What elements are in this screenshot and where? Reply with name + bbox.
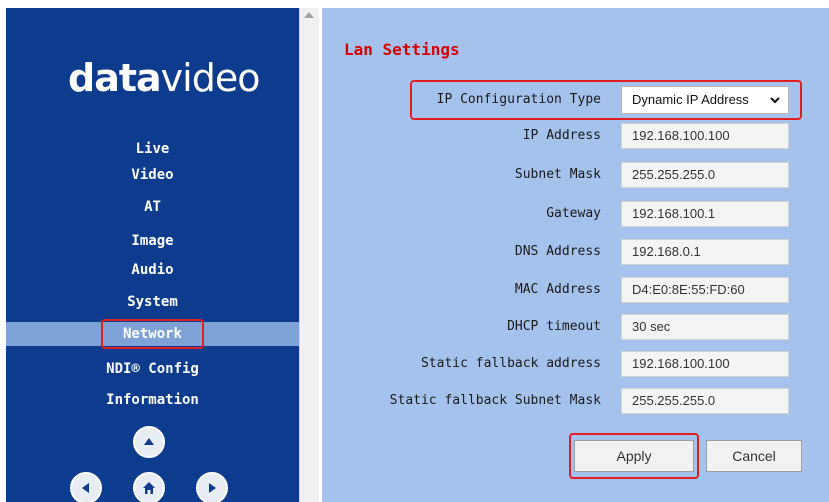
static-fallback-address-field[interactable]: 192.168.100.100 <box>621 351 789 377</box>
gateway-field[interactable]: 192.168.100.1 <box>621 201 789 227</box>
dns-address-label: DNS Address <box>514 244 601 259</box>
dns-address-field[interactable]: 192.168.0.1 <box>621 239 789 265</box>
ip-config-select[interactable]: Dynamic IP Address <box>621 86 789 114</box>
arrow-up-button[interactable] <box>133 426 165 458</box>
sidebar: datavideo Live Video AT Image Audio Syst… <box>6 8 299 502</box>
subnet-mask-field[interactable]: 255.255.255.0 <box>621 162 789 188</box>
cancel-button[interactable]: Cancel <box>706 440 802 472</box>
nav-item-system[interactable]: System <box>6 290 299 314</box>
arrow-right-button[interactable] <box>196 472 228 502</box>
arrow-left-button[interactable] <box>70 472 102 502</box>
mac-address-field: D4:E0:8E:55:FD:60 <box>621 277 789 303</box>
scroll-up-icon[interactable] <box>304 12 314 18</box>
subnet-mask-label: Subnet Mask <box>514 167 601 182</box>
ip-address-label: IP Address <box>522 128 601 143</box>
nav-item-ndi-config[interactable]: NDI® Config <box>6 357 299 381</box>
nav-item-video[interactable]: Video <box>6 163 299 187</box>
ip-config-value: Dynamic IP Address <box>632 92 749 107</box>
mac-address-label: MAC Address <box>514 282 601 297</box>
chevron-down-icon <box>770 97 780 104</box>
static-fallback-address-label: Static fallback address <box>420 356 601 371</box>
static-fallback-subnet-field[interactable]: 255.255.255.0 <box>621 388 789 414</box>
arrow-up-icon <box>144 438 154 445</box>
home-button[interactable] <box>133 472 165 502</box>
arrow-left-icon <box>82 483 89 493</box>
nav-item-live[interactable]: Live <box>6 137 299 161</box>
datavideo-logo: datavideo <box>68 56 260 100</box>
nav-item-information[interactable]: Information <box>6 388 299 412</box>
section-title: Lan Settings <box>344 40 460 59</box>
ip-address-field[interactable]: 192.168.100.100 <box>621 123 789 149</box>
apply-button[interactable]: Apply <box>574 440 694 472</box>
nav-item-image[interactable]: Image <box>6 229 299 253</box>
static-fallback-subnet-label: Static fallback Subnet Mask <box>389 393 601 408</box>
lan-settings-panel: Lan Settings IP Configuration Type Dynam… <box>322 8 829 502</box>
scrollbar[interactable] <box>299 8 320 502</box>
nav-item-at[interactable]: AT <box>6 195 299 219</box>
network-highlight-box <box>101 319 204 349</box>
arrow-right-icon <box>209 483 216 493</box>
ip-config-label: IP Configuration Type <box>436 92 601 107</box>
dhcp-timeout-label: DHCP timeout <box>507 319 601 334</box>
dhcp-timeout-field[interactable]: 30 sec <box>621 314 789 340</box>
gateway-label: Gateway <box>546 206 601 221</box>
nav-item-audio[interactable]: Audio <box>6 258 299 282</box>
home-icon <box>143 482 155 494</box>
